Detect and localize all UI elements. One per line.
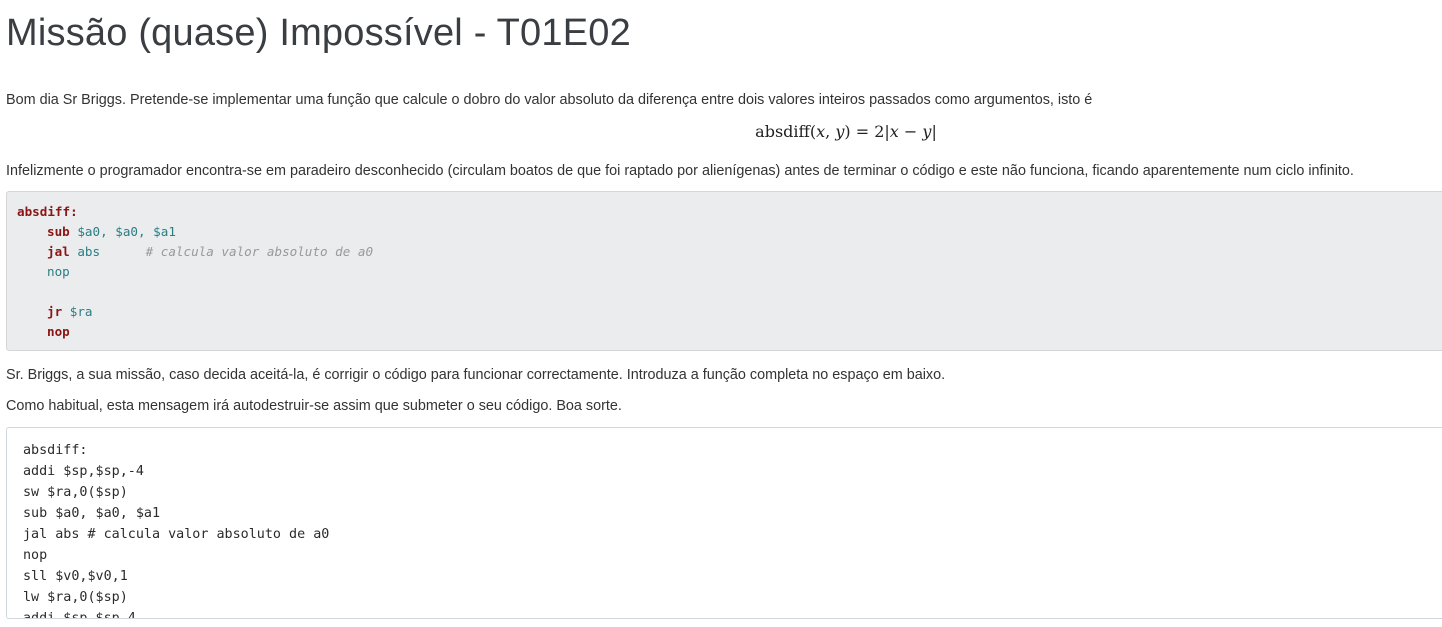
formula-function-name: absdiff	[755, 122, 810, 141]
formula-abs-bar: |	[931, 122, 937, 141]
code-arg-ra: $ra	[62, 304, 93, 319]
mission-paragraph: Sr. Briggs, a sua missão, caso decida ac…	[6, 367, 946, 383]
code-op-sub: sub	[47, 224, 70, 239]
answer-line: sll $v0,$v0,1	[23, 569, 128, 584]
code-comment: # calcula valor absoluto de a0	[100, 244, 374, 259]
answer-line: addi $sp,$sp,-4	[23, 464, 144, 479]
answer-line: lw $ra,0($sp)	[23, 590, 128, 605]
code-args-sub: $a0, $a0, $a1	[69, 224, 176, 239]
code-line-label: absdiff:	[17, 202, 1441, 222]
code-op-jal: jal	[47, 244, 70, 259]
page-title: Missão (quase) Impossível - T01E02	[6, 12, 631, 54]
code-op-nop-1: nop	[47, 264, 70, 279]
code-sample: absdiff: sub $a0, $a0, $a1 jal abs # calcu…	[6, 191, 1442, 351]
formula-var-x2: x	[889, 122, 899, 141]
formula-minus: −	[898, 122, 923, 141]
answer-line: nop	[23, 548, 48, 563]
code-line-jal: jal abs # calcula valor absoluto de a0	[17, 242, 1441, 262]
code-op-nop-2: nop	[47, 324, 70, 339]
formula-comma: ,	[825, 122, 836, 141]
answer-line: absdiff:	[23, 443, 88, 458]
answer-line: addi $sp,$sp,4	[23, 611, 136, 619]
formula-var-x: x	[816, 122, 826, 141]
answer-code-editor[interactable]: absdiff: addi $sp,$sp,-4 sw $ra,0($sp) sub …	[6, 427, 1442, 619]
farewell-paragraph: Como habitual, esta mensagem irá autodes…	[6, 398, 622, 414]
code-line-nop-1: nop	[17, 262, 1441, 282]
formula-equals: = 2|	[850, 122, 890, 141]
code-label: absdiff:	[17, 204, 78, 219]
absdiff-formula: absdiff(x, y) = 2|x − y|	[0, 122, 1442, 141]
answer-line: sw $ra,0($sp)	[23, 485, 128, 500]
code-op-jr: jr	[47, 304, 63, 319]
code-line-jr: jr $ra	[17, 302, 1441, 322]
answer-line: sub $a0, $a0, $a1	[23, 506, 161, 521]
code-arg-abs: abs	[69, 244, 101, 259]
code-line-nop-2: nop	[17, 322, 1441, 342]
intro-paragraph: Bom dia Sr Briggs. Pretende-se implement…	[6, 92, 1093, 108]
answer-line: jal abs # calcula valor absoluto de a0	[23, 527, 330, 542]
code-line-sub: sub $a0, $a0, $a1	[17, 222, 1441, 242]
problem-paragraph: Infelizmente o programador encontra-se e…	[6, 163, 1354, 179]
